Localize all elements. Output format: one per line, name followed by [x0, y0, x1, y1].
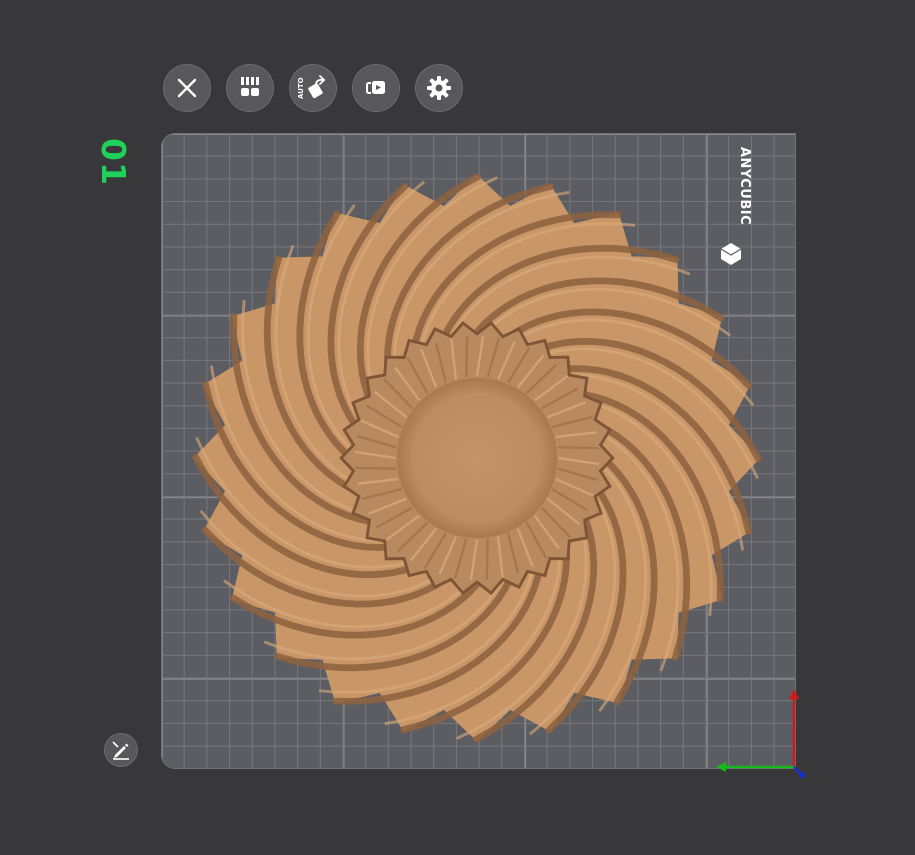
- plate-number: 01: [94, 138, 134, 186]
- axis-z-arrow: [789, 689, 799, 699]
- close-button[interactable]: [163, 64, 211, 112]
- slicer-workspace: AUTO 01 ANYCUBIC: [0, 0, 915, 855]
- axis-y-end: [799, 772, 805, 778]
- axis-gizmo: [716, 689, 805, 778]
- axis-x-arrow: [716, 762, 726, 772]
- support-button[interactable]: [352, 64, 400, 112]
- close-icon: [177, 78, 197, 98]
- arrange-grid-icon: [241, 77, 259, 96]
- vase-inner-flute: [485, 538, 489, 580]
- vase-inner-flute: [355, 466, 397, 470]
- vase-base: [396, 377, 558, 539]
- auto-orient-icon: AUTO: [297, 75, 326, 99]
- gear-icon: [427, 76, 451, 100]
- arrange-button[interactable]: [226, 64, 274, 112]
- auto-orient-button[interactable]: AUTO: [289, 64, 337, 112]
- edit-plate-button[interactable]: [104, 733, 138, 767]
- plate-toolbar: AUTO: [163, 64, 463, 112]
- pencil-icon: [112, 741, 129, 760]
- vase-inner-flute: [557, 446, 599, 450]
- model-3d-vase[interactable]: [186, 167, 768, 749]
- vase-inner-flute: [465, 336, 469, 378]
- auto-label: AUTO: [297, 77, 305, 99]
- support-icon: [366, 81, 385, 94]
- settings-button[interactable]: [415, 64, 463, 112]
